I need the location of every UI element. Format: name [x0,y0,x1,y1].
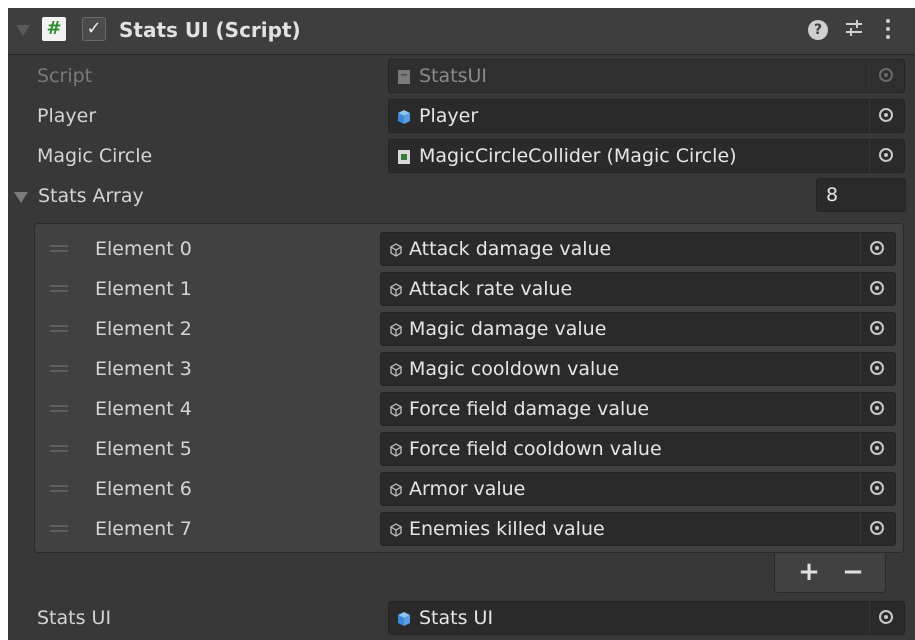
element-field[interactable]: Force field damage value [380,392,896,426]
object-picker-icon[interactable] [860,313,895,345]
player-field[interactable]: Player [388,99,905,133]
object-picker-icon[interactable] [869,140,904,172]
object-picker-icon[interactable] [860,393,895,425]
more-icon[interactable] [884,17,892,47]
array-footer: + − [774,553,886,593]
element-value: Force field damage value [409,398,650,420]
element-value: Magic cooldown value [409,358,620,380]
scriptable-object-icon [389,403,403,417]
element-label: Element 3 [95,358,192,380]
object-picker-icon[interactable] [860,473,895,505]
array-size-field[interactable]: 8 [816,178,906,212]
prefab-cube-icon [398,612,410,626]
inspector-panel: # ✓ Stats UI (Script) ? Script StatsUI P… [8,8,915,640]
drag-handle-icon[interactable] [50,245,68,252]
object-picker-icon[interactable] [869,602,904,634]
script-field: StatsUI [388,59,905,93]
magic-circle-field[interactable]: MagicCircleCollider (Magic Circle) [388,139,905,173]
add-element-button[interactable]: + [789,557,829,587]
element-value: Force field cooldown value [409,438,662,460]
element-label: Element 6 [95,478,192,500]
enabled-checkbox[interactable]: ✓ [82,17,106,41]
element-value: Attack rate value [409,278,573,300]
stats-ui-label: Stats UI [37,607,112,629]
element-value: Magic damage value [409,318,607,340]
object-picker-icon[interactable] [860,433,895,465]
array-size-value: 8 [826,184,839,206]
element-field[interactable]: Armor value [380,472,896,506]
player-label: Player [37,105,97,127]
object-picker-icon[interactable] [860,233,895,265]
scriptable-object-icon [389,363,403,377]
element-label: Element 1 [95,278,192,300]
element-field[interactable]: Enemies killed value [380,512,896,546]
drag-handle-icon[interactable] [50,525,68,532]
element-field[interactable]: Attack damage value [380,232,896,266]
scriptable-object-icon [389,523,403,537]
scriptable-object-icon [389,323,403,337]
drag-handle-icon[interactable] [50,405,68,412]
drag-handle-icon[interactable] [50,285,68,292]
stats-array-label[interactable]: Stats Array [38,185,144,207]
element-field[interactable]: Magic cooldown value [380,352,896,386]
element-label: Element 5 [95,438,192,460]
component-header[interactable]: # ✓ Stats UI (Script) ? [8,8,915,55]
element-label: Element 0 [95,238,192,260]
scriptable-object-icon [389,243,403,257]
object-picker-icon[interactable] [860,273,895,305]
drag-handle-icon[interactable] [50,365,68,372]
drag-handle-icon[interactable] [50,485,68,492]
drag-handle-icon[interactable] [50,445,68,452]
remove-element-button[interactable]: − [833,557,873,587]
object-picker-icon[interactable] [860,353,895,385]
drag-handle-icon[interactable] [50,325,68,332]
component-title: Stats UI (Script) [119,18,301,42]
script-file-icon [398,70,410,84]
stats-ui-field[interactable]: Stats UI [388,601,905,635]
element-value: Attack damage value [409,238,612,260]
magic-circle-label: Magic Circle [37,145,153,167]
script-file-icon [398,150,410,164]
script-hash-icon: # [42,17,66,41]
script-label: Script [37,65,93,87]
element-value: Enemies killed value [409,518,605,540]
scriptable-object-icon [389,283,403,297]
scriptable-object-icon [389,483,403,497]
element-label: Element 7 [95,518,192,540]
element-value: Armor value [409,478,526,500]
stats-ui-value: Stats UI [419,607,494,629]
prefab-cube-icon [398,110,410,124]
element-field[interactable]: Attack rate value [380,272,896,306]
element-label: Element 4 [95,398,192,420]
scriptable-object-icon [389,443,403,457]
object-picker-icon[interactable] [869,100,904,132]
element-field[interactable]: Force field cooldown value [380,432,896,466]
object-picker-icon [869,60,904,92]
element-field[interactable]: Magic damage value [380,312,896,346]
object-picker-icon[interactable] [860,513,895,545]
presets-icon[interactable] [844,17,864,45]
help-icon[interactable]: ? [808,20,828,40]
foldout-arrow-icon[interactable] [16,25,30,36]
stats-array-foldout-icon[interactable] [14,192,28,203]
script-value: StatsUI [419,65,488,87]
element-label: Element 2 [95,318,192,340]
magic-circle-value: MagicCircleCollider (Magic Circle) [419,145,737,167]
player-value: Player [419,105,479,127]
